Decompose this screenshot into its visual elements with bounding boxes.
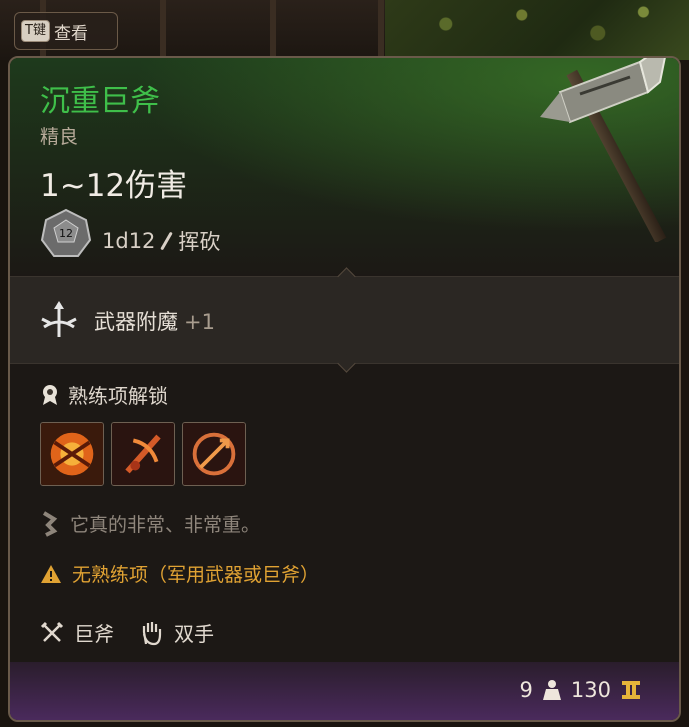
greataxe-icon <box>540 58 667 242</box>
item-tooltip: 沉重巨斧 精良 1~12伤害 12 1d12 挥砍 武器附魔 +1 熟练项解锁 … <box>8 56 681 722</box>
weapon-properties: 巨斧 双手 <box>40 618 228 647</box>
weight-icon <box>542 680 561 700</box>
enchantment-name: 武器附魔 <box>94 310 178 334</box>
background-foliage <box>385 0 689 60</box>
inspect-key-hint[interactable]: T键 查看 <box>14 12 118 50</box>
dice-number: 12 <box>59 227 73 240</box>
divider-notch <box>337 354 356 373</box>
property-greataxe: 巨斧 <box>40 618 114 647</box>
property-two-handed: 双手 <box>140 618 214 647</box>
enchantment-bonus: +1 <box>184 310 215 334</box>
tooltip-header: 沉重巨斧 精良 1~12伤害 12 1d12 挥砍 <box>10 58 679 274</box>
enchantment-icon <box>41 301 77 337</box>
cleave-skill-icon[interactable] <box>40 422 104 486</box>
d12-dice-icon: 12 <box>40 208 92 257</box>
damage-type: 挥砍 <box>178 230 221 254</box>
damage-dice-row: 1d12 挥砍 <box>102 226 220 256</box>
rush-attack-skill-icon[interactable] <box>182 422 246 486</box>
item-weight: 9 <box>519 678 533 702</box>
quill-icon <box>42 510 58 537</box>
proficiency-warning: 无熟练项（军用武器或巨斧） <box>72 564 320 586</box>
warning-icon <box>41 564 61 583</box>
flavor-text: 它真的非常、非常重。 <box>70 514 261 536</box>
lacerate-skill-icon[interactable] <box>111 422 175 486</box>
hand-icon <box>142 621 162 645</box>
enchantment-label: 武器附魔 +1 <box>94 306 215 336</box>
damage-range: 1~12伤害 <box>40 168 188 204</box>
item-rarity: 精良 <box>40 126 79 148</box>
slashing-icon <box>160 231 174 251</box>
medal-icon <box>43 384 57 405</box>
enchantment-section: 武器附魔 +1 <box>10 267 679 373</box>
skill-icons <box>40 422 246 486</box>
crossed-axes-icon <box>40 621 64 642</box>
item-value: 130 <box>570 678 611 702</box>
item-name: 沉重巨斧 <box>40 84 160 119</box>
t-key-cap: T键 <box>21 20 50 42</box>
proficiency-warning-row: 无熟练项（军用武器或巨斧） <box>40 560 319 587</box>
property-greataxe-label: 巨斧 <box>74 622 114 646</box>
flavor-text-row: 它真的非常、非常重。 <box>40 510 260 537</box>
property-two-handed-label: 双手 <box>174 622 214 646</box>
proficiency-header: 熟练项解锁 <box>40 380 168 409</box>
tooltip-footer: 9 130 <box>10 662 679 720</box>
proficiency-title: 熟练项解锁 <box>68 384 168 408</box>
footer-values: 9 130 <box>520 678 641 702</box>
gold-coin-icon <box>622 681 640 699</box>
inspect-label: 查看 <box>53 23 88 44</box>
damage-dice: 1d12 <box>102 229 156 253</box>
